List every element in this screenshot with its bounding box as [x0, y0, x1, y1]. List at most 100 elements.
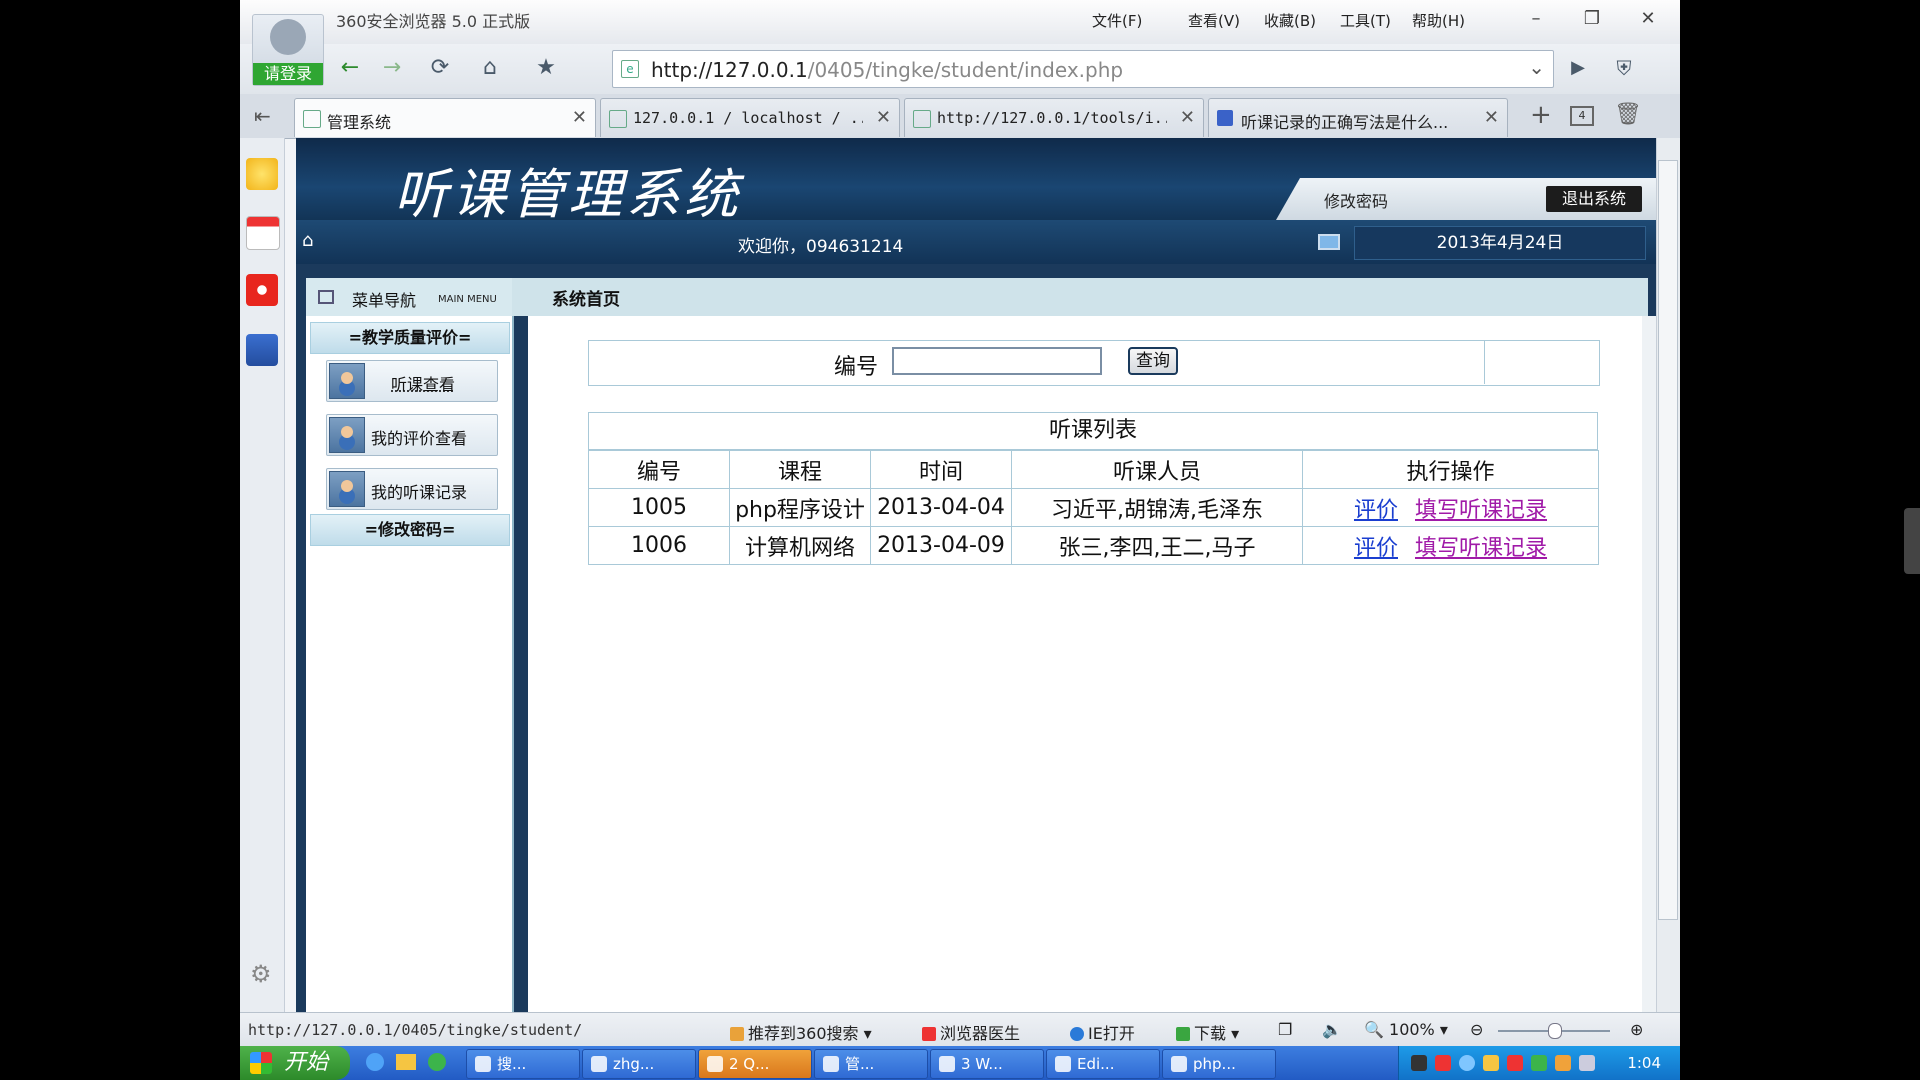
login-button[interactable]: 请登录 — [253, 63, 323, 85]
table-header-row: 编号 课程 时间 听课人员 执行操作 — [588, 450, 1599, 489]
evaluate-link[interactable]: 评价 — [1354, 498, 1398, 523]
query-button[interactable]: 查询 — [1128, 347, 1178, 375]
tray-icon[interactable] — [1483, 1055, 1499, 1071]
close-tab-icon[interactable]: ✕ — [572, 107, 587, 128]
home-button[interactable]: ⌂ — [470, 50, 510, 86]
page-icon: e — [621, 60, 639, 78]
go-button[interactable]: ▶ — [1558, 50, 1598, 86]
sidebar-toggle-icon[interactable]: ⇤ — [254, 104, 271, 128]
back-button[interactable]: ← — [330, 50, 370, 86]
column-header-course: 课程 — [729, 450, 871, 489]
shield-icon[interactable]: ⛨ — [1604, 50, 1644, 86]
app-title: 360安全浏览器 5.0 正式版 — [336, 12, 531, 31]
menu-tools[interactable]: 工具(T) — [1340, 10, 1391, 31]
tray-qq-icon[interactable] — [1507, 1055, 1523, 1071]
tab-localhost[interactable]: 127.0.0.1 / localhost / ... ✕ — [600, 98, 900, 137]
column-header-time: 时间 — [870, 450, 1012, 489]
fill-record-link[interactable]: 填写听课记录 — [1415, 498, 1547, 523]
window-icon[interactable]: ❐ — [1278, 1020, 1292, 1039]
task-admin[interactable]: 管... — [814, 1049, 928, 1079]
forward-button[interactable]: → — [372, 50, 412, 86]
menu-item-my-records[interactable]: 我的听课记录 — [326, 468, 498, 510]
close-tab-icon[interactable]: ✕ — [1180, 107, 1195, 128]
content-scrollbar[interactable] — [1642, 316, 1656, 1012]
site-title: 听课管理系统 — [394, 163, 742, 226]
search-label: 编号 — [834, 355, 879, 380]
tab-tools[interactable]: http://127.0.0.1/tools/i... ✕ — [904, 98, 1204, 137]
favorites-star-icon[interactable] — [246, 158, 278, 190]
menu-section-change-password[interactable]: =修改密码= — [310, 514, 510, 546]
close-tab-icon[interactable]: ✕ — [876, 107, 891, 128]
menu-item-my-evaluations[interactable]: 我的评价查看 — [326, 414, 498, 456]
restore-button[interactable]: ❐ — [1574, 6, 1610, 32]
user-login-area[interactable]: 请登录 — [252, 14, 324, 86]
baidu-paw-icon — [1217, 110, 1233, 126]
change-password-link[interactable]: 修改密码 — [1324, 188, 1388, 212]
close-tab-icon[interactable]: ✕ — [1484, 107, 1499, 128]
address-bar[interactable]: e http://127.0.0.1/0405/tingke/student/i… — [612, 50, 1554, 88]
minimize-button[interactable]: – — [1518, 6, 1554, 32]
task-explorer[interactable]: 3 W... — [930, 1049, 1044, 1079]
task-search[interactable]: 搜... — [466, 1049, 580, 1079]
task-editor[interactable]: Edi... — [1046, 1049, 1160, 1079]
weibo-icon[interactable] — [246, 274, 278, 306]
recommend-360-search[interactable]: 推荐到360搜索 ▾ — [730, 1020, 872, 1044]
start-button[interactable]: 开始 — [240, 1046, 350, 1080]
browser-doctor[interactable]: 浏览器医生 — [922, 1020, 1020, 1044]
zoom-control[interactable]: 🔍 100% ▾ — [1364, 1020, 1448, 1039]
zoom-in-icon[interactable]: ⊕ — [1630, 1020, 1643, 1039]
task-zhg[interactable]: zhg... — [582, 1049, 696, 1079]
id-search-input[interactable] — [892, 347, 1102, 375]
page-icon — [303, 110, 321, 128]
tray-shield-icon[interactable] — [1555, 1055, 1571, 1071]
bookmark-star-button[interactable]: ★ — [526, 50, 566, 86]
tab-bar: ⇤ 管理系统 ✕ 127.0.0.1 / localhost / ... ✕ h… — [240, 94, 1680, 139]
evaluate-link[interactable]: 评价 — [1354, 536, 1398, 561]
tray-icon[interactable] — [1579, 1055, 1595, 1071]
menu-file[interactable]: 文件(F) — [1092, 10, 1142, 31]
tray-icon[interactable] — [1531, 1055, 1547, 1071]
address-text: http://127.0.0.1/0405/tingke/student/ind… — [651, 58, 1124, 82]
fill-record-link[interactable]: 填写听课记录 — [1415, 536, 1547, 561]
zoom-slider-thumb[interactable] — [1548, 1023, 1562, 1039]
page-scrollbar-thumb[interactable] — [1658, 160, 1678, 920]
menu-view[interactable]: 查看(V) — [1188, 10, 1240, 31]
tab-count-badge[interactable]: 4 — [1570, 106, 1594, 126]
tab-admin-system[interactable]: 管理系统 ✕ — [294, 98, 596, 137]
mobile-icon[interactable] — [246, 334, 278, 366]
open-in-ie[interactable]: IE打开 — [1070, 1020, 1135, 1044]
menu-section-teaching-evaluation[interactable]: =教学质量评价= — [310, 322, 510, 354]
logout-button[interactable]: 退出系统 — [1546, 186, 1642, 212]
refresh-button[interactable]: ⟳ — [420, 50, 460, 86]
close-window-button[interactable]: ✕ — [1630, 6, 1666, 32]
table-row: 1005 php程序设计 2013-04-04 习近平,胡锦涛,毛泽东 评价 填… — [588, 488, 1599, 527]
tray-qq-icon[interactable] — [1435, 1055, 1451, 1071]
tab-label: 听课记录的正确写法是什么... — [1241, 113, 1449, 132]
zoom-out-icon[interactable]: ⊖ — [1470, 1020, 1483, 1039]
cell-observers: 习近平,胡锦涛,毛泽东 — [1011, 488, 1303, 527]
tray-network-icon[interactable] — [1459, 1055, 1475, 1071]
downloads[interactable]: 下载 ▾ — [1176, 1020, 1239, 1044]
news-icon[interactable] — [246, 216, 280, 250]
volume-icon[interactable]: 🔈 — [1322, 1020, 1342, 1039]
avatar — [270, 19, 306, 55]
settings-gear-icon[interactable]: ⚙ — [250, 960, 272, 988]
new-tab-button[interactable]: + — [1530, 100, 1552, 130]
edge-panel-handle[interactable] — [1904, 508, 1920, 574]
menu-help[interactable]: 帮助(H) — [1412, 10, 1465, 31]
chevron-down-icon[interactable]: ⌄ — [1528, 55, 1545, 79]
menu-item-lecture-view[interactable]: 听课查看 — [326, 360, 498, 402]
start-label: 开始 — [284, 1050, 329, 1075]
trash-icon[interactable]: 🗑 — [1614, 102, 1642, 127]
folder-quicklaunch-icon[interactable] — [396, 1054, 416, 1070]
task-qq[interactable]: 2 Q... — [698, 1049, 812, 1079]
360-quicklaunch-icon[interactable] — [428, 1053, 446, 1071]
menu-favorites[interactable]: 收藏(B) — [1264, 10, 1316, 31]
task-php[interactable]: php... — [1162, 1049, 1276, 1079]
user-icon — [329, 363, 365, 399]
ie-quicklaunch-icon[interactable] — [366, 1053, 384, 1071]
home-icon[interactable]: ⌂ — [302, 230, 324, 251]
tray-icon[interactable] — [1411, 1055, 1427, 1071]
cell-actions: 评价 填写听课记录 — [1302, 526, 1599, 565]
tab-search-result[interactable]: 听课记录的正确写法是什么... ✕ — [1208, 98, 1508, 137]
